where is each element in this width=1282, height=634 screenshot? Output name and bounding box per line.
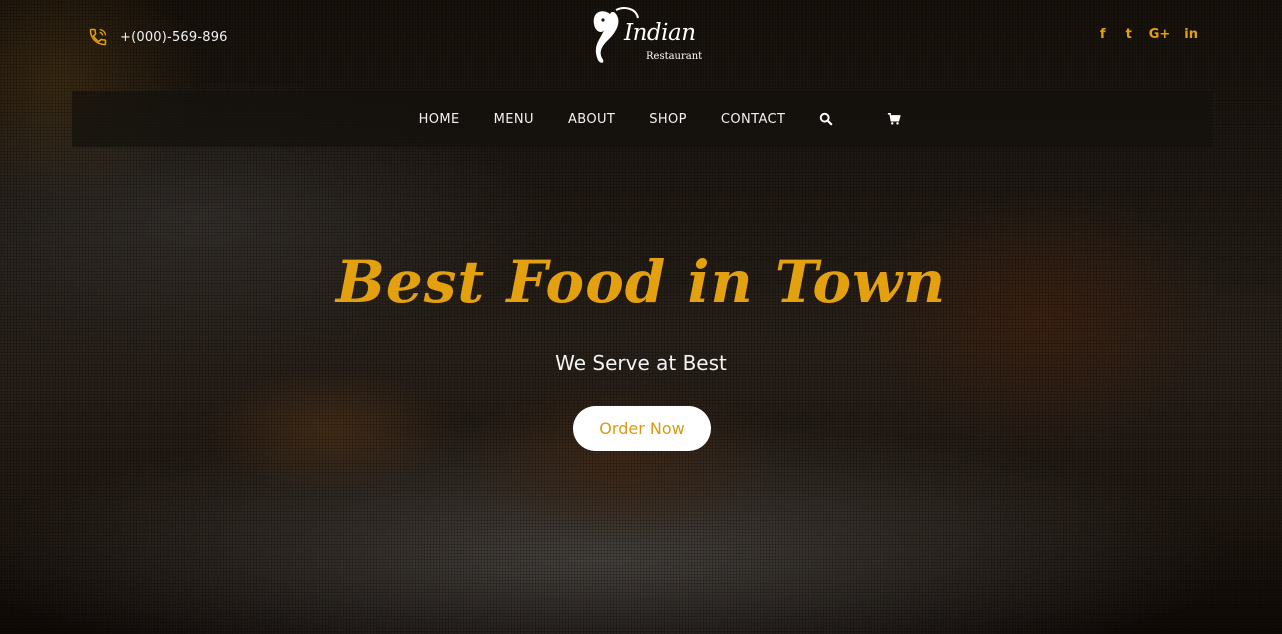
twitter-icon[interactable]: t [1123,27,1135,42]
google-plus-icon[interactable]: G+ [1149,27,1171,42]
nav-item-home[interactable]: HOME [419,112,460,127]
phone-icon [89,28,107,46]
logo-text: Indian [624,20,696,46]
phone-contact[interactable]: +(000)-569-896 [88,27,228,47]
nav-item-about[interactable]: ABOUT [568,112,615,127]
main-nav: HOME MENU ABOUT SHOP CONTACT [72,91,1212,147]
nav-item-menu[interactable]: MENU [494,112,534,127]
nav-item-contact[interactable]: CONTACT [721,112,785,127]
phone-number: +(000)-569-896 [120,29,228,45]
logo[interactable]: Indian Restaurant [580,4,710,68]
social-links: f t G+ in [1097,27,1198,42]
nav-item-shop[interactable]: SHOP [649,112,687,127]
hero-title: Best Food in Town [335,248,947,316]
linkedin-icon[interactable]: in [1184,27,1198,42]
search-icon[interactable] [819,112,833,126]
cart-icon[interactable] [887,112,902,126]
logo-subtext: Restaurant [646,51,703,62]
facebook-icon[interactable]: f [1097,27,1109,42]
order-now-button[interactable]: Order Now [573,406,711,451]
top-bar: +(000)-569-896 Indian Restaurant f t G+ … [0,0,1282,80]
hero-subtitle: We Serve at Best [555,351,727,375]
